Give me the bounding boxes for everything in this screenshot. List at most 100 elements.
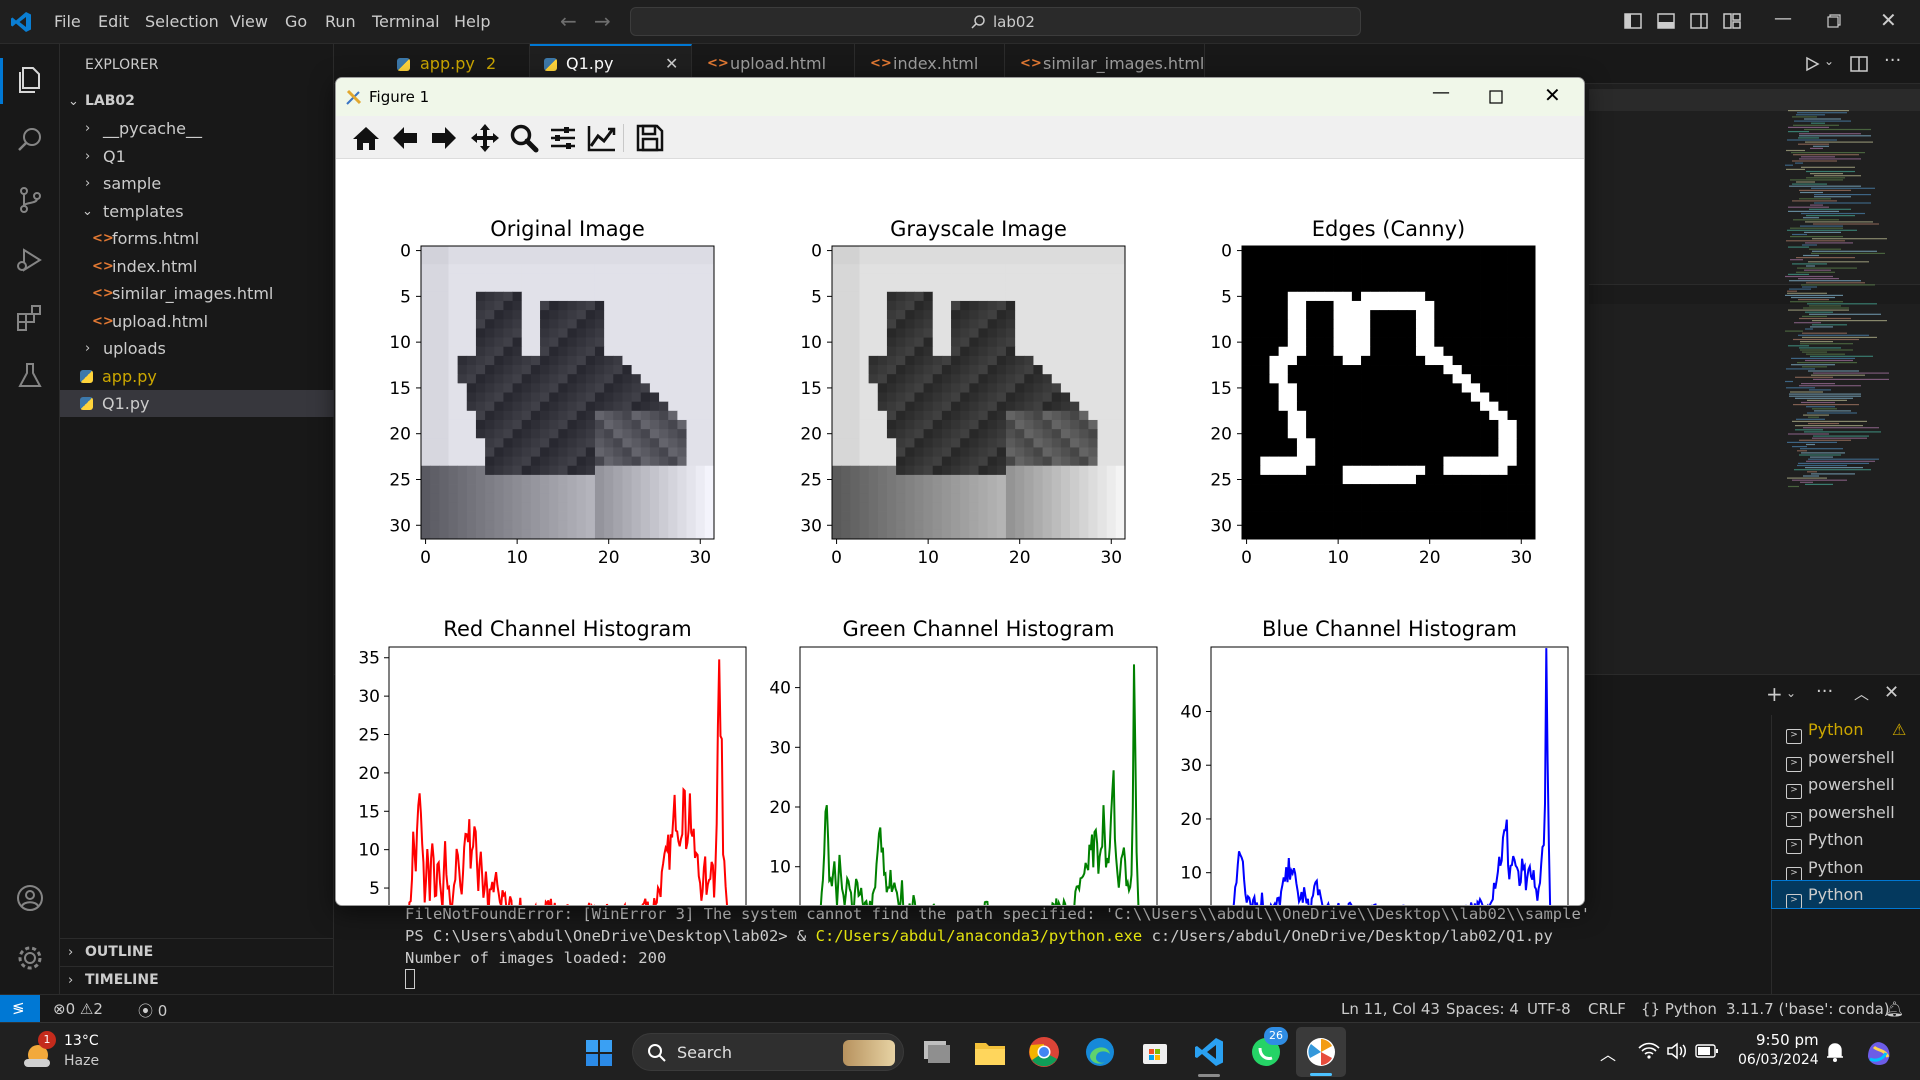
terminal-session-python[interactable]: > Python ⚠ [1772,716,1920,744]
run-python-file-icon[interactable] [1804,56,1820,72]
terminal-session-powershell[interactable]: > powershell [1772,744,1920,772]
menu-file[interactable]: File [54,12,81,31]
timeline-section[interactable]: › TIMELINE [60,966,334,993]
minimize-icon[interactable]: — [1432,82,1450,103]
line-ending[interactable]: CRLF [1588,1000,1626,1018]
windows-start-icon[interactable] [585,1039,613,1067]
new-terminal-icon[interactable]: + [1766,682,1783,706]
testing-flask-icon[interactable] [14,360,46,392]
tree-file-index-html[interactable]: <> index.html [60,253,334,280]
close-icon[interactable]: ✕ [1544,83,1561,107]
menu-view[interactable]: View [230,12,268,31]
edit-axes-icon[interactable] [586,122,618,154]
tree-file-similar-images-html[interactable]: <> similar_images.html [60,280,334,307]
maximize-icon[interactable] [1489,90,1503,104]
tree-folder-sample[interactable]: › sample [60,170,334,197]
run-debug-icon[interactable] [14,244,46,276]
menu-help[interactable]: Help [454,12,490,31]
save-icon[interactable] [634,122,666,154]
zoom-icon[interactable] [508,122,540,154]
more-actions-icon[interactable]: ··· [1816,681,1833,702]
language-mode[interactable]: {} Python [1641,1000,1717,1018]
microsoft-store-icon[interactable] [1140,1037,1170,1067]
tree-file-upload-html[interactable]: <> upload.html [60,308,334,335]
chevron-down-icon[interactable]: ⌄ [1824,54,1834,68]
weather-widget[interactable]: 1 [20,1031,56,1069]
cursor-position[interactable]: Ln 11, Col 43 [1341,1000,1440,1018]
tree-file-q1-py[interactable]: Q1.py [60,390,334,417]
folder-root[interactable]: ⌄ LAB02 [60,88,334,115]
toggle-secondary-sidebar-icon[interactable] [1690,12,1708,30]
customize-layout-icon[interactable] [1723,12,1741,30]
tray-overflow-chevron-icon[interactable]: ︿ [1600,1041,1616,1065]
menu-terminal[interactable]: Terminal [372,12,440,31]
chevron-down-icon[interactable]: ⌄ [1786,686,1796,700]
tree-folder-q1[interactable]: › Q1 [60,143,334,170]
vscode-logo-icon[interactable] [10,11,32,33]
clock-date[interactable]: 06/03/2024 [1738,1052,1819,1068]
figure-canvas[interactable]: Original Image0510152025300 10 20 30Graysca… [336,159,1585,906]
wifi-icon[interactable] [1638,1042,1660,1060]
source-control-icon[interactable] [14,184,46,216]
accounts-icon[interactable] [14,882,46,914]
extensions-icon[interactable] [14,302,46,334]
menu-edit[interactable]: Edit [98,12,129,31]
restore-icon[interactable] [1827,14,1841,28]
back-arrow-icon[interactable] [389,122,421,154]
terminal-session-python-active[interactable]: > Python [1771,880,1920,909]
menu-run[interactable]: Run [325,12,356,31]
notifications-bell-icon[interactable]: 🔔︎ [1885,1000,1904,1018]
close-icon[interactable]: ✕ [1880,8,1897,32]
command-center-search[interactable]: lab02 [630,7,1361,36]
copilot-icon[interactable] [1864,1037,1894,1067]
clock-time[interactable]: 9:50 pm [1756,1031,1819,1049]
close-panel-icon[interactable]: ✕ [1884,682,1899,703]
figure-title-bar[interactable]: Figure 1 — ✕ [336,78,1584,116]
toggle-panel-icon[interactable] [1657,12,1675,30]
indentation[interactable]: Spaces: 4 [1446,1000,1519,1018]
forward-arrow-icon[interactable] [428,122,460,154]
tree-folder-templates[interactable]: ⌄ templates [60,198,334,225]
tree-file-forms-html[interactable]: <> forms.html [60,225,334,252]
vscode-taskbar-icon[interactable] [1193,1036,1225,1068]
menu-selection[interactable]: Selection [145,12,219,31]
tree-file-app-py[interactable]: app.py [60,363,334,390]
file-explorer-icon[interactable] [973,1037,1007,1067]
minimize-icon[interactable]: — [1774,8,1792,29]
terminal-session-powershell[interactable]: > powershell [1772,799,1920,827]
subplots-icon[interactable] [547,122,579,154]
errors-status[interactable]: ⊗0 ⚠2 [53,1000,103,1018]
home-icon[interactable] [350,122,382,154]
nav-back-icon[interactable]: ← [560,9,577,33]
notifications-bell-icon[interactable] [1825,1041,1845,1063]
maximize-panel-icon[interactable]: ︿ [1854,683,1869,704]
volume-icon[interactable] [1666,1042,1688,1060]
minimap[interactable] [1785,110,1905,490]
taskbar-search[interactable]: Search [632,1033,904,1071]
outline-section[interactable]: › OUTLINE [60,938,334,965]
explorer-icon[interactable] [14,64,46,96]
settings-gear-icon[interactable] [14,942,46,974]
tree-folder-pycache[interactable]: › __pycache__ [60,115,334,142]
battery-icon[interactable] [1695,1044,1719,1058]
terminal-session-python[interactable]: > Python [1772,826,1920,854]
split-editor-icon[interactable] [1850,55,1868,73]
task-view-icon[interactable] [920,1037,952,1067]
python-interpreter[interactable]: 3.11.7 ('base': conda) [1726,1000,1890,1018]
matplotlib-taskbar-item[interactable] [1296,1027,1346,1077]
matplotlib-figure-window[interactable]: Figure 1 — ✕ Original Image 0 5 10 15 20 25 30 0… [335,77,1585,906]
menu-go[interactable]: Go [285,12,307,31]
ports-status[interactable]: ⦿ 0 [138,1000,167,1021]
chrome-icon[interactable] [1028,1036,1060,1068]
toggle-sidebar-icon[interactable] [1624,12,1642,30]
tree-folder-uploads[interactable]: › uploads [60,335,334,362]
edge-icon[interactable] [1084,1036,1116,1068]
terminal-session-python[interactable]: > Python [1772,854,1920,882]
remote-indicator[interactable]: ≶ [0,995,40,1023]
terminal-session-powershell[interactable]: > powershell [1772,771,1920,799]
encoding[interactable]: UTF-8 [1527,1000,1571,1018]
more-actions-icon[interactable]: ··· [1884,50,1901,71]
search-icon[interactable] [14,124,46,156]
nav-forward-icon[interactable]: → [594,9,611,33]
pan-icon[interactable] [469,122,501,154]
